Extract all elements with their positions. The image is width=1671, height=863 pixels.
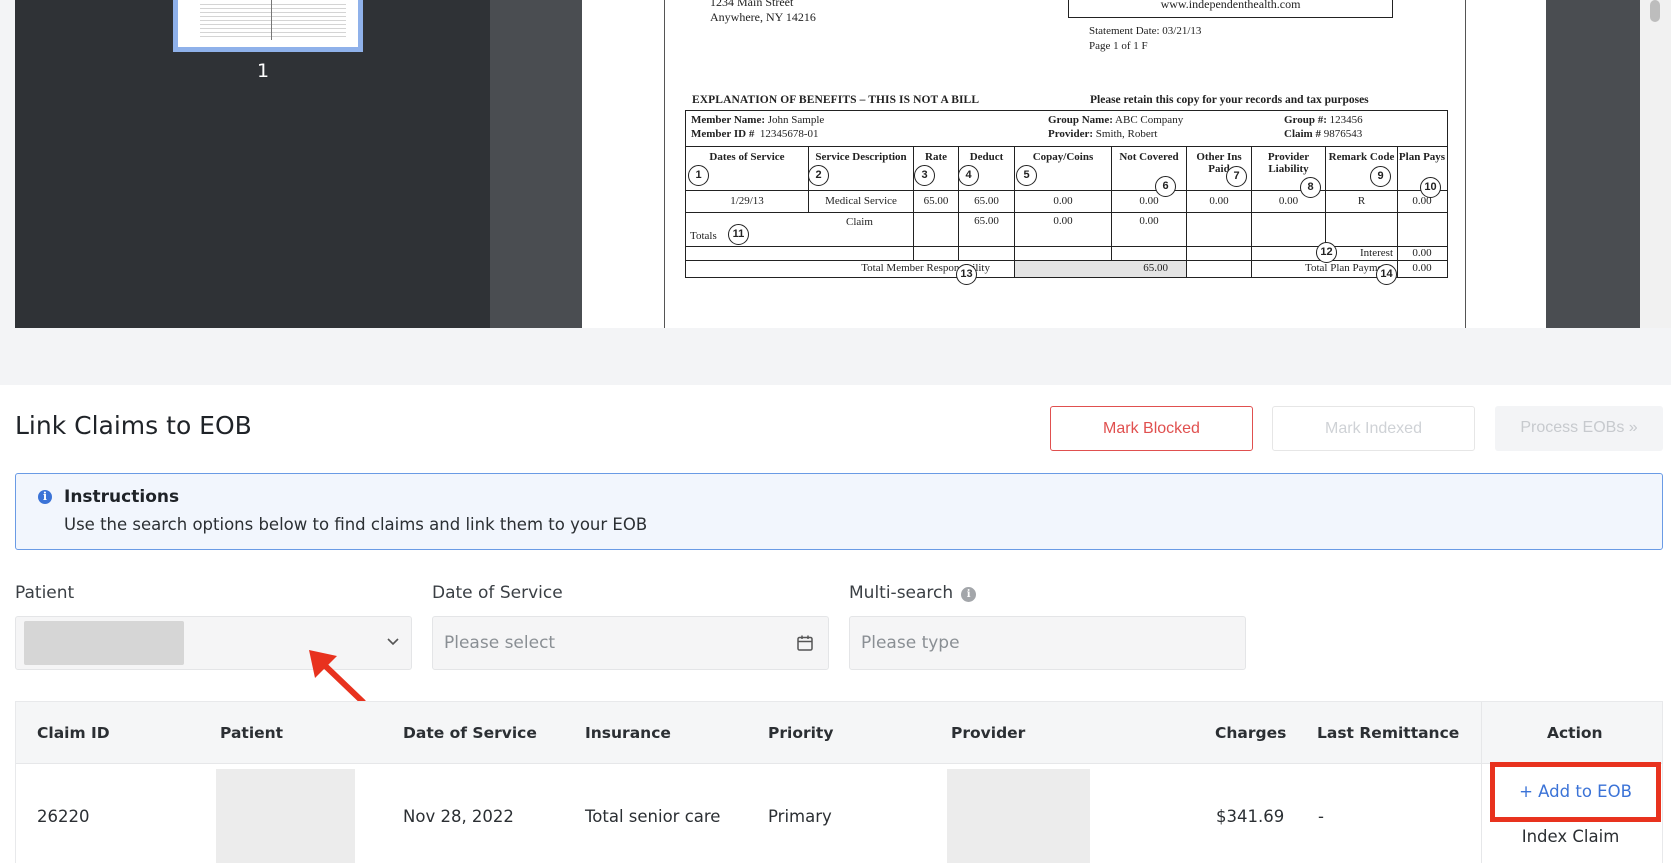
marker-5: 5 bbox=[1016, 165, 1037, 186]
marker-6: 6 bbox=[1155, 176, 1176, 197]
multi-search-placeholder: Please type bbox=[861, 633, 960, 653]
column-claim-id: Claim ID bbox=[37, 724, 110, 742]
eob-table: Member Name: John Sample Member ID # 123… bbox=[685, 110, 1448, 285]
process-eobs-button[interactable]: Process EOBs » bbox=[1495, 406, 1663, 451]
viewer-scrollbar[interactable] bbox=[1640, 0, 1671, 328]
cell-date-of-service: Nov 28, 2022 bbox=[403, 807, 514, 826]
info-icon: i bbox=[38, 490, 52, 504]
cell-claim-id: 26220 bbox=[37, 807, 90, 826]
column-priority: Priority bbox=[768, 724, 834, 742]
column-charges: Charges bbox=[1215, 724, 1287, 742]
section-title: Link Claims to EOB bbox=[15, 411, 252, 440]
instructions-title: Instructions bbox=[64, 487, 180, 507]
eob-member-header: Member Name: John Sample Member ID # 123… bbox=[686, 111, 1447, 147]
marker-13: 13 bbox=[956, 264, 977, 285]
marker-3: 3 bbox=[914, 165, 935, 186]
address-line-1: 1234 Main Street bbox=[710, 0, 794, 9]
cell-priority: Primary bbox=[768, 807, 832, 826]
thumbnail-pane: 1 bbox=[15, 0, 490, 328]
multi-search-info-icon[interactable]: i bbox=[961, 587, 977, 602]
document-viewer: 1 1234 Main Street Anywhere, NY 14216 ww… bbox=[0, 0, 1671, 355]
marker-4: 4 bbox=[958, 165, 979, 186]
eob-title: EXPLANATION OF BENEFITS – THIS IS NOT A … bbox=[692, 94, 980, 106]
claims-table: Claim ID Patient Date of Service Insuran… bbox=[15, 701, 1663, 863]
website-box: www.independenthealth.com bbox=[1068, 0, 1393, 18]
thumbnail-page-number: 1 bbox=[257, 60, 270, 82]
multi-search-input[interactable]: Please type bbox=[849, 616, 1246, 670]
date-of-service-label: Date of Service bbox=[432, 583, 563, 603]
marker-8: 8 bbox=[1300, 177, 1321, 198]
marker-11: 11 bbox=[728, 224, 749, 245]
instructions-text: Use the search options below to find cla… bbox=[64, 515, 648, 534]
column-last-remittance: Last Remittance bbox=[1317, 724, 1460, 742]
marker-9: 9 bbox=[1370, 166, 1391, 187]
page-thumbnail[interactable] bbox=[173, 0, 363, 52]
date-placeholder: Please select bbox=[444, 633, 556, 653]
address-line-2: Anywhere, NY 14216 bbox=[710, 10, 816, 24]
statement-date: Statement Date: 03/21/13 bbox=[1089, 25, 1202, 37]
index-claim-link[interactable]: Index Claim bbox=[1490, 827, 1651, 846]
eob-retain-note: Please retain this copy for your records… bbox=[1090, 94, 1369, 106]
eob-service-row: 1/29/13 Medical Service 65.00 65.00 0.00… bbox=[686, 191, 1447, 213]
cell-provider-redacted bbox=[947, 769, 1090, 863]
marker-12: 12 bbox=[1316, 242, 1337, 263]
patient-label: Patient bbox=[15, 583, 75, 603]
column-date-of-service: Date of Service bbox=[403, 724, 537, 742]
marker-14: 14 bbox=[1376, 264, 1397, 285]
column-patient: Patient bbox=[220, 724, 284, 742]
cell-charges: $341.69 bbox=[1216, 807, 1285, 826]
date-of-service-picker[interactable]: Please select bbox=[432, 616, 829, 670]
annotation-arrow-icon bbox=[309, 650, 366, 705]
page-info: Page 1 of 1 F bbox=[1089, 40, 1148, 52]
cell-last-remittance: - bbox=[1318, 807, 1324, 826]
add-to-eob-button[interactable]: + Add to EOB bbox=[1490, 762, 1661, 822]
marker-7: 7 bbox=[1226, 166, 1247, 187]
viewer-scroll-thumb[interactable] bbox=[1650, 0, 1660, 22]
claims-table-header: Claim ID Patient Date of Service Insuran… bbox=[16, 702, 1662, 764]
mark-blocked-button[interactable]: Mark Blocked bbox=[1050, 406, 1253, 451]
chevron-down-icon bbox=[387, 638, 399, 646]
mark-indexed-button[interactable]: Mark Indexed bbox=[1272, 406, 1475, 451]
marker-1: 1 bbox=[688, 165, 709, 186]
instructions-panel: i Instructions Use the search options be… bbox=[15, 473, 1663, 550]
eob-document-page: 1234 Main Street Anywhere, NY 14216 www.… bbox=[664, 0, 1466, 328]
cell-insurance: Total senior care bbox=[585, 807, 721, 826]
column-action: Action bbox=[1547, 724, 1603, 742]
calendar-icon bbox=[797, 635, 813, 651]
eob-total-responsibility-row: Total Member Responsibility 65.00 Total … bbox=[686, 261, 1447, 277]
cell-patient-redacted bbox=[216, 769, 355, 863]
marker-2: 2 bbox=[808, 165, 829, 186]
marker-10: 10 bbox=[1420, 177, 1441, 198]
multi-search-label: Multi-search i bbox=[849, 583, 977, 603]
patient-selected-value-redacted bbox=[24, 621, 184, 665]
column-insurance: Insurance bbox=[585, 724, 671, 742]
column-provider: Provider bbox=[951, 724, 1026, 742]
eob-column-headers: Dates of Service Service Description Rat… bbox=[686, 147, 1447, 191]
eob-totals-row: Totals Claim 65.00 0.00 0.00 bbox=[686, 213, 1447, 247]
